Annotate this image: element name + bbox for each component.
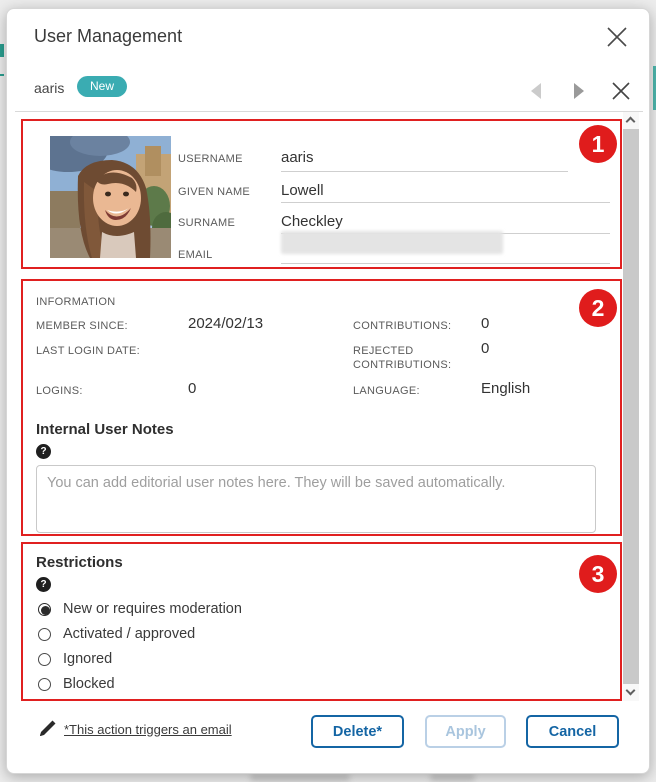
background-fragment — [250, 774, 350, 781]
input-underline — [281, 263, 610, 264]
background-fragment — [0, 44, 4, 57]
input-underline — [281, 202, 610, 203]
divider — [15, 111, 643, 112]
field-value-given-name[interactable]: Lowell — [281, 182, 324, 199]
tab-username: aaris — [34, 80, 65, 96]
radio-icon — [38, 627, 51, 641]
avatar — [50, 136, 171, 258]
field-label-email: EMAIL — [178, 249, 213, 261]
close-icon[interactable] — [603, 23, 631, 51]
restrictions-title: Restrictions — [36, 554, 123, 571]
status-badge-new: New — [77, 76, 128, 97]
next-user-icon[interactable] — [574, 83, 584, 99]
annotation-circle-3: 3 — [579, 555, 617, 593]
info-label-language: LANGUAGE: — [353, 385, 420, 397]
email-trigger-note[interactable]: *This action triggers an email — [64, 722, 232, 737]
help-icon[interactable]: ? — [36, 577, 51, 592]
info-label-member-since: MEMBER SINCE: — [36, 320, 128, 332]
info-value-member-since: 2024/02/13 — [188, 315, 264, 332]
delete-button[interactable]: Delete* — [311, 715, 404, 748]
radio-icon — [38, 652, 51, 666]
field-value-surname[interactable]: Checkley — [281, 213, 343, 230]
info-label-contributions: CONTRIBUTIONS: — [353, 320, 452, 332]
radio-icon — [38, 602, 51, 616]
info-value-logins: 0 — [188, 380, 197, 397]
scrollbar[interactable] — [623, 112, 639, 701]
scrollbar-thumb[interactable] — [623, 129, 639, 684]
radio-new-or-requires-moderation[interactable]: New or requires moderation — [38, 601, 242, 617]
notes-title: Internal User Notes — [36, 421, 174, 438]
apply-button[interactable]: Apply — [425, 715, 506, 748]
help-icon[interactable]: ? — [36, 444, 51, 459]
radio-blocked[interactable]: Blocked — [38, 676, 115, 692]
field-value-email-redacted[interactable] — [281, 231, 503, 254]
radio-icon — [38, 677, 51, 691]
background-fragment — [430, 774, 475, 781]
cancel-button[interactable]: Cancel — [526, 715, 619, 748]
field-value-username[interactable]: aaris — [281, 149, 314, 166]
scroll-up-icon[interactable] — [623, 112, 639, 129]
page-title: User Management — [34, 26, 183, 46]
info-heading: INFORMATION — [36, 296, 116, 308]
section-restrictions: Restrictions ? New or requires moderatio… — [21, 542, 622, 701]
tab-close-icon[interactable] — [609, 79, 633, 103]
info-label-logins: LOGINS: — [36, 385, 83, 397]
field-label-username: USERNAME — [178, 153, 243, 165]
radio-activated-approved[interactable]: Activated / approved — [38, 626, 195, 642]
pencil-icon — [36, 718, 58, 740]
section-identity: USERNAME aaris GIVEN NAME Lowell SURNAME… — [21, 119, 622, 269]
annotation-circle-2: 2 — [579, 289, 617, 327]
user-management-dialog: User Management aaris New USERNAME aaris… — [6, 8, 650, 774]
info-value-language: English — [481, 380, 531, 397]
info-label-last-login: LAST LOGIN DATE: — [36, 345, 141, 357]
background-fragment — [0, 74, 4, 76]
info-label-rejected-contributions: REJECTED CONTRIBUTIONS: — [353, 345, 452, 371]
scroll-down-icon[interactable] — [623, 684, 639, 701]
input-underline — [281, 171, 568, 172]
info-value-contributions: 0 — [481, 315, 490, 332]
annotation-circle-1: 1 — [579, 125, 617, 163]
field-label-given-name: GIVEN NAME — [178, 186, 251, 198]
info-value-rejected-contributions: 0 — [481, 340, 490, 357]
radio-ignored[interactable]: Ignored — [38, 651, 112, 667]
internal-notes-input[interactable] — [36, 465, 596, 533]
field-label-surname: SURNAME — [178, 217, 236, 229]
previous-user-icon[interactable] — [531, 83, 541, 99]
section-information: INFORMATION MEMBER SINCE: 2024/02/13 LAS… — [21, 279, 622, 536]
